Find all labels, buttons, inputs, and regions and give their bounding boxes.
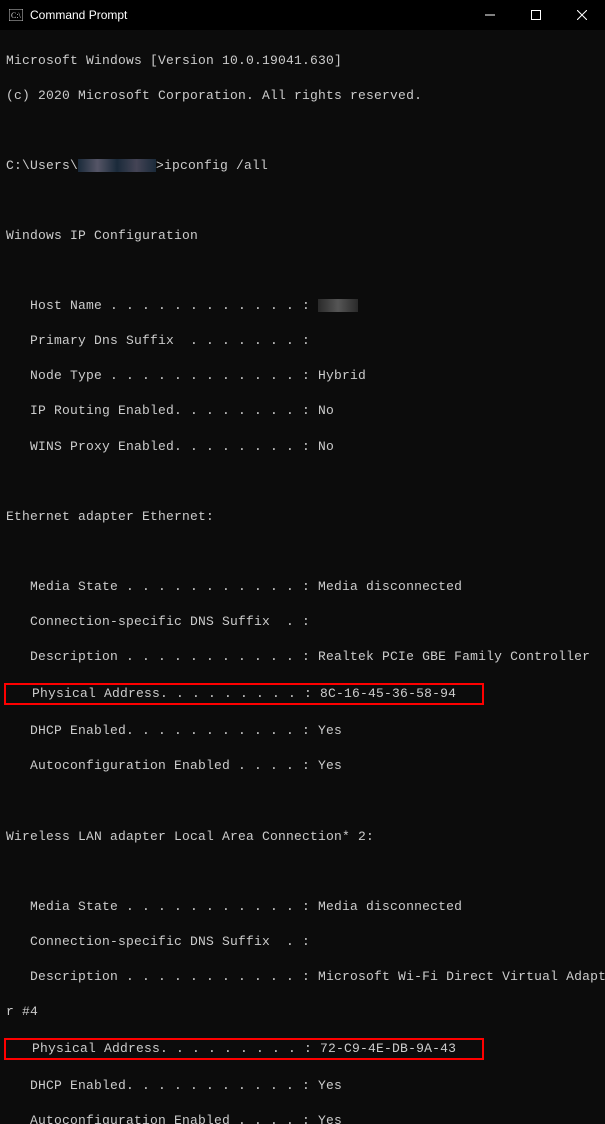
eth-description: Description . . . . . . . . . . . : Real… bbox=[6, 648, 599, 666]
maximize-button[interactable] bbox=[513, 0, 559, 30]
eth-physical-address: Physical Address. . . . . . . . . : 8C-1… bbox=[8, 686, 456, 701]
wlan2-description-l1: Description . . . . . . . . . . . : Micr… bbox=[6, 968, 599, 986]
eth-media-state: Media State . . . . . . . . . . . : Medi… bbox=[6, 578, 599, 596]
redacted-username bbox=[78, 159, 156, 172]
node-type-line: Node Type . . . . . . . . . . . . : Hybr… bbox=[6, 367, 599, 385]
host-name-line: Host Name . . . . . . . . . . . . : bbox=[6, 297, 599, 315]
wlan2-description-l2: r #4 bbox=[6, 1003, 599, 1021]
eth-physical-address-highlight: Physical Address. . . . . . . . . : 8C-1… bbox=[4, 683, 484, 705]
close-button[interactable] bbox=[559, 0, 605, 30]
prompt-line: C:\Users\ >ipconfig /all bbox=[6, 157, 599, 175]
wlan2-dhcp: DHCP Enabled. . . . . . . . . . . : Yes bbox=[6, 1077, 599, 1095]
version-line: Microsoft Windows [Version 10.0.19041.63… bbox=[6, 52, 599, 70]
eth-dns-suffix: Connection-specific DNS Suffix . : bbox=[6, 613, 599, 631]
titlebar-left: C:\ Command Prompt bbox=[8, 7, 127, 23]
wlan2-physical-address: Physical Address. . . . . . . . . : 72-C… bbox=[8, 1041, 456, 1056]
ip-routing-line: IP Routing Enabled. . . . . . . . : No bbox=[6, 402, 599, 420]
ethernet-header: Ethernet adapter Ethernet: bbox=[6, 508, 599, 526]
window-title: Command Prompt bbox=[30, 8, 127, 22]
minimize-button[interactable] bbox=[467, 0, 513, 30]
eth-autoconfig: Autoconfiguration Enabled . . . . : Yes bbox=[6, 757, 599, 775]
wlan2-autoconfig: Autoconfiguration Enabled . . . . : Yes bbox=[6, 1112, 599, 1124]
ipconfig-title: Windows IP Configuration bbox=[6, 227, 599, 245]
svg-text:C:\: C:\ bbox=[11, 11, 22, 20]
titlebar: C:\ Command Prompt bbox=[0, 0, 605, 30]
window-controls bbox=[467, 0, 605, 30]
eth-dhcp: DHCP Enabled. . . . . . . . . . . : Yes bbox=[6, 722, 599, 740]
primary-dns-suffix-line: Primary Dns Suffix . . . . . . . : bbox=[6, 332, 599, 350]
wlan2-dns-suffix: Connection-specific DNS Suffix . : bbox=[6, 933, 599, 951]
wins-proxy-line: WINS Proxy Enabled. . . . . . . . : No bbox=[6, 438, 599, 456]
prompt-prefix: C:\Users\ bbox=[6, 158, 78, 173]
prompt-command: >ipconfig /all bbox=[156, 158, 268, 173]
redacted-hostname bbox=[318, 299, 358, 312]
wlan2-header: Wireless LAN adapter Local Area Connecti… bbox=[6, 828, 599, 846]
terminal-output[interactable]: Microsoft Windows [Version 10.0.19041.63… bbox=[0, 30, 605, 1124]
cmd-icon: C:\ bbox=[8, 7, 24, 23]
wlan2-physical-address-highlight: Physical Address. . . . . . . . . : 72-C… bbox=[4, 1038, 484, 1060]
wlan2-media-state: Media State . . . . . . . . . . . : Medi… bbox=[6, 898, 599, 916]
copyright-line: (c) 2020 Microsoft Corporation. All righ… bbox=[6, 87, 599, 105]
